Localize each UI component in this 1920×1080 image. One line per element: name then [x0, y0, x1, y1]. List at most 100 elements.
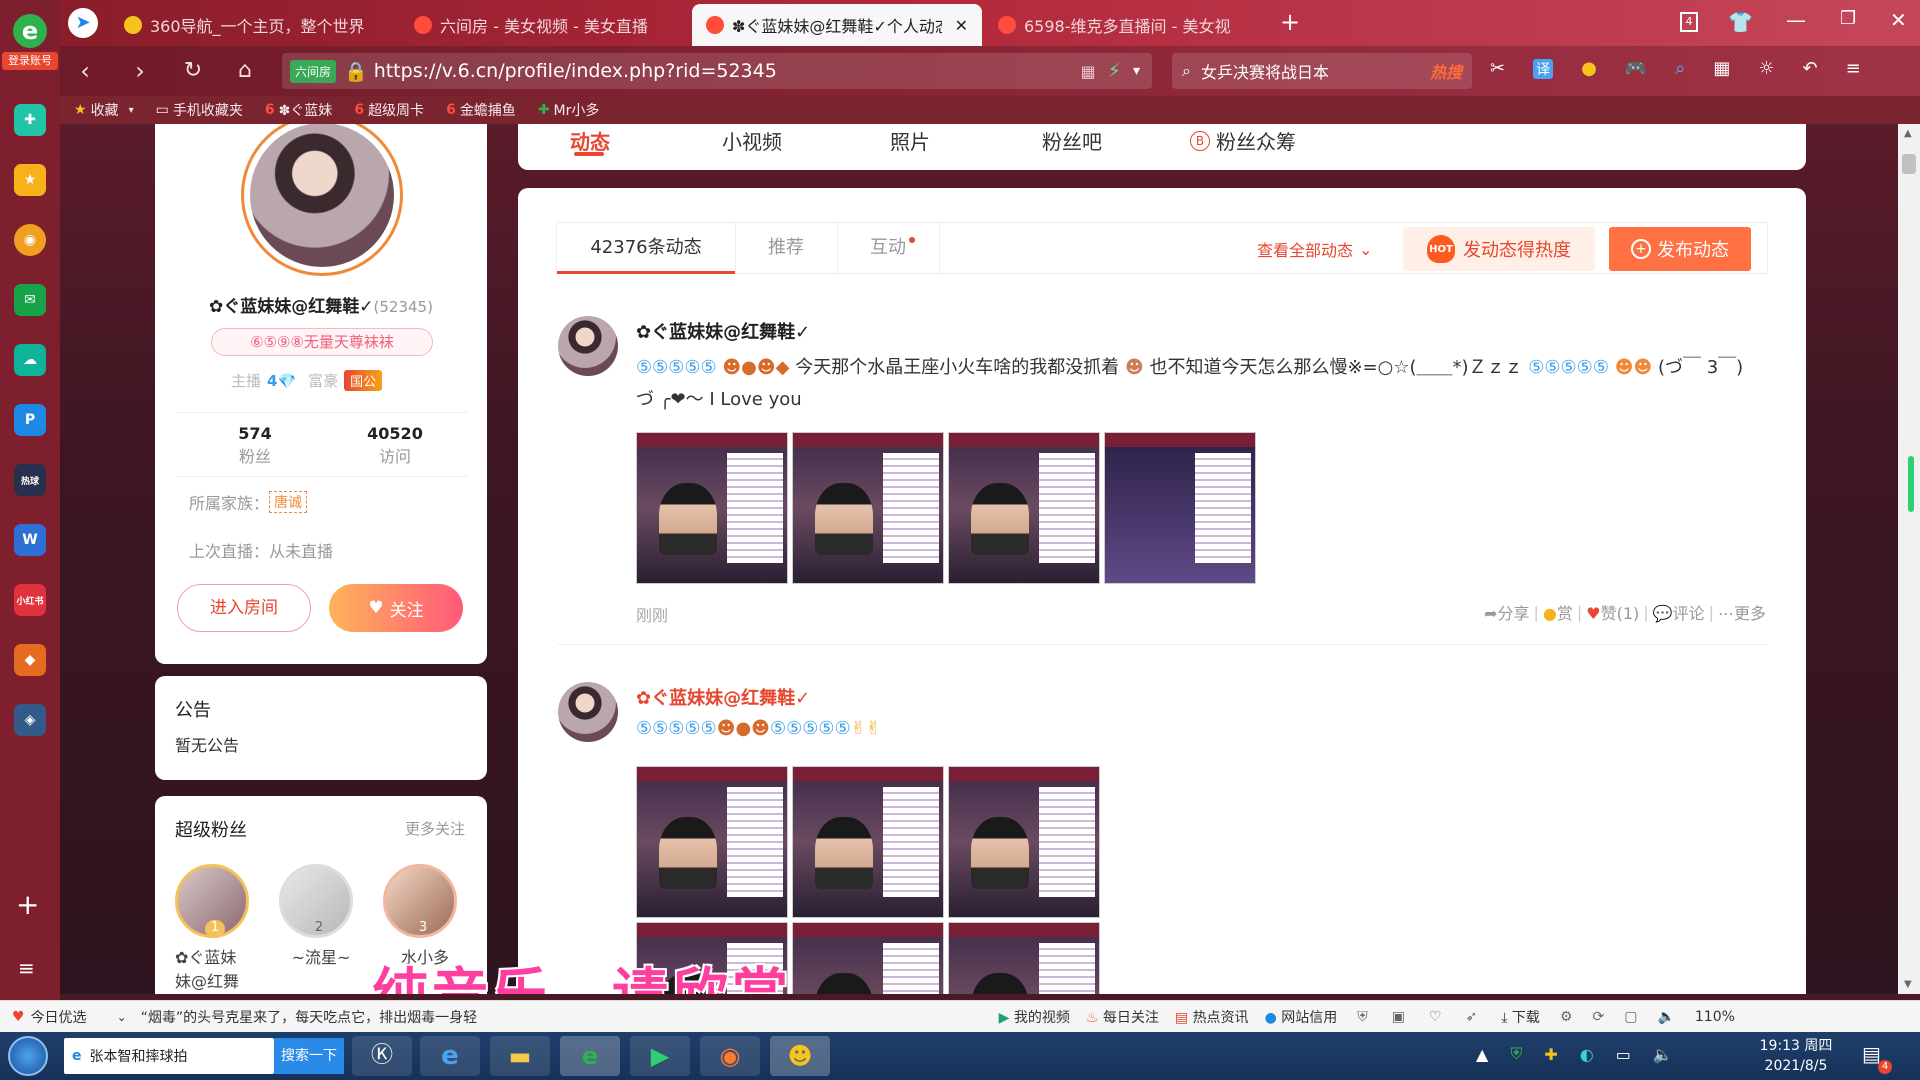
tab-dynamic[interactable]: 动态 — [570, 126, 610, 155]
chat-app-icon[interactable]: ☻ — [770, 1036, 830, 1076]
scroll-up-icon[interactable]: ▲ — [1904, 128, 1912, 139]
coin-icon[interactable]: ● — [1581, 58, 1597, 79]
tab-photos[interactable]: 照片 — [890, 126, 930, 155]
bookmark-weekcard[interactable]: 6 超级周卡 — [354, 100, 424, 120]
bookmark-mobile[interactable]: ▭ 手机收藏夹 — [156, 100, 243, 120]
menu-list-icon[interactable]: ≡ — [18, 956, 35, 980]
post-image[interactable] — [948, 766, 1100, 918]
game-icon[interactable]: ◆ — [14, 644, 46, 676]
home-button[interactable]: ⌂ — [230, 56, 260, 86]
tab-6598-room[interactable]: 6598-维克多直播间 - 美女视 — [984, 4, 1254, 46]
like-action[interactable]: ♥赞(1) — [1586, 600, 1639, 624]
game2-icon[interactable]: ◈ — [14, 704, 46, 736]
skin-icon[interactable]: 👕 — [1728, 10, 1753, 34]
tab-fan-bar[interactable]: 粉丝吧 — [1042, 126, 1102, 155]
plus-app-icon[interactable]: ✚ — [14, 104, 46, 136]
menu-icon[interactable]: ≡ — [1846, 58, 1861, 79]
super-fan-item[interactable]: 1 ✿ぐ蓝妹 妹@红舞 — [175, 864, 259, 992]
k-app-icon[interactable]: Ⓚ — [352, 1036, 412, 1076]
view-all-dropdown[interactable]: 查看全部动态 ⌄ — [1257, 237, 1372, 261]
bookmark-mrxiaoduo[interactable]: ✚ Mr小多 — [538, 100, 600, 120]
search-tool-icon[interactable]: ⌕ — [1675, 58, 1685, 79]
url-field[interactable]: 六间房 🔒 https://v.6.cn/profile/index.php?r… — [282, 53, 1152, 89]
post-button[interactable]: + 发布动态 — [1609, 227, 1751, 271]
tab-profile[interactable]: ✽ぐ蓝妹妹@红舞鞋✓个人动态 ✕ — [692, 4, 982, 46]
post-author-avatar[interactable] — [558, 316, 618, 376]
add-app-icon[interactable]: + — [16, 888, 39, 921]
sports-icon[interactable]: 热球 — [14, 464, 46, 496]
profile-avatar[interactable] — [241, 124, 403, 276]
image-icon[interactable]: ▣ — [1392, 1009, 1405, 1025]
follow-button[interactable]: ♥ 关注 — [329, 584, 463, 632]
taskbar-search-field[interactable]: e 张本智和摔球拍 — [64, 1038, 274, 1074]
post-image[interactable] — [636, 766, 788, 918]
share-action[interactable]: ➦分享 — [1484, 600, 1529, 624]
post-image[interactable] — [1104, 432, 1256, 584]
feed-tab-count[interactable]: 42376条动态 — [557, 223, 735, 273]
video-player-icon[interactable]: ▶ — [630, 1036, 690, 1076]
tab-count-badge[interactable]: 4 — [1680, 12, 1698, 32]
forward-button[interactable]: › — [125, 56, 155, 86]
pay-icon[interactable]: P — [14, 404, 46, 436]
refresh-icon[interactable]: ⟳ — [1592, 1009, 1604, 1025]
page-scrollbar[interactable]: ▲ ▼ — [1898, 124, 1920, 994]
scissors-icon[interactable]: ✂ — [1490, 58, 1505, 79]
apps-grid-icon[interactable]: ▦ — [1713, 58, 1730, 79]
news-ticker[interactable]: “烟毒”的头号克星来了，每天吃点它，排出烟毒一身轻 — [141, 1007, 541, 1027]
brightness-icon[interactable]: ☼ — [1758, 58, 1774, 79]
speaker-tray-icon[interactable]: 🔈 — [1653, 1045, 1673, 1064]
hot-post-button[interactable]: HOT 发动态得热度 — [1403, 227, 1595, 271]
window-icon[interactable]: ▢ — [1624, 1009, 1637, 1025]
new-tab-button[interactable]: + — [1280, 8, 1300, 36]
bookmark-fishing[interactable]: 6 金蟾捕鱼 — [446, 100, 516, 120]
post-author-avatar[interactable] — [558, 682, 618, 742]
star-favorites-icon[interactable]: ★ — [14, 164, 46, 196]
lightning-icon[interactable]: ⚡ — [1108, 60, 1121, 82]
bookmark-favorites[interactable]: ★ 收藏 ▾ — [74, 100, 134, 120]
cloud-icon[interactable]: ☁ — [14, 344, 46, 376]
post-image[interactable] — [792, 922, 944, 994]
post-image[interactable] — [792, 766, 944, 918]
translate-icon[interactable]: 译 — [1533, 58, 1554, 79]
weibo-icon[interactable]: ◉ — [14, 224, 46, 256]
post-author-name[interactable]: ✿ぐ蓝妹妹@红舞鞋✓ — [636, 684, 810, 710]
navigator-icon[interactable]: ➤ — [68, 8, 98, 38]
scroll-thumb[interactable] — [1902, 154, 1916, 174]
network-tray-icon[interactable]: ◐ — [1580, 1045, 1594, 1064]
360-tray-icon[interactable]: ✚ — [1544, 1045, 1557, 1064]
feed-tab-recommend[interactable]: 推荐 — [735, 223, 837, 273]
360-browser-icon[interactable]: e — [560, 1036, 620, 1076]
more-action[interactable]: ⋯更多 — [1718, 600, 1766, 624]
security-tray-icon[interactable]: ⛨ — [1510, 1044, 1522, 1064]
reward-action[interactable]: ●赏 — [1543, 600, 1573, 624]
restore-button[interactable]: ❐ — [1840, 8, 1856, 29]
tab-crowdfunding[interactable]: B 粉丝众筹 — [1190, 126, 1296, 155]
scroll-down-icon[interactable]: ▼ — [1904, 979, 1912, 990]
chevron-down-icon[interactable]: ▾ — [1133, 63, 1140, 79]
chevron-down-icon[interactable]: ⌄ — [117, 1010, 127, 1024]
status-item-news[interactable]: ▤ 热点资讯 — [1175, 1007, 1249, 1027]
download-item[interactable]: ⤓ 下载 — [1501, 1007, 1540, 1027]
post-image[interactable] — [948, 432, 1100, 584]
side-handle[interactable] — [1908, 456, 1914, 512]
post-author-name[interactable]: ✿ぐ蓝妹妹@红舞鞋✓ — [636, 318, 810, 344]
undo-icon[interactable]: ↶ — [1802, 58, 1817, 79]
reload-button[interactable]: ↻ — [178, 56, 208, 86]
color-app-icon[interactable]: ◉ — [700, 1036, 760, 1076]
comment-action[interactable]: 💬评论 — [1653, 600, 1705, 624]
post-image[interactable] — [636, 432, 788, 584]
ie-browser-icon[interactable]: e — [420, 1036, 480, 1076]
xiaohongshu-icon[interactable]: 小红书 — [14, 584, 46, 616]
mail-icon[interactable]: ✉ — [14, 284, 46, 316]
post-image[interactable] — [792, 432, 944, 584]
clock[interactable]: 19:13 周四 2021/8/5 — [1746, 1036, 1846, 1076]
feed-tab-interact[interactable]: 互动 — [837, 223, 939, 273]
zoom-level[interactable]: 110% — [1695, 1009, 1735, 1025]
tab-short-video[interactable]: 小视频 — [722, 126, 782, 155]
start-button[interactable] — [8, 1036, 48, 1076]
folder-icon[interactable]: ▬ — [490, 1036, 550, 1076]
bookmark-profile[interactable]: 6 ✽ぐ蓝妹 — [265, 100, 332, 120]
enter-room-button[interactable]: 进入房间 — [177, 584, 311, 632]
qr-icon[interactable]: ▦ — [1081, 62, 1096, 81]
status-item-credit[interactable]: ● 网站信用 — [1265, 1007, 1338, 1027]
